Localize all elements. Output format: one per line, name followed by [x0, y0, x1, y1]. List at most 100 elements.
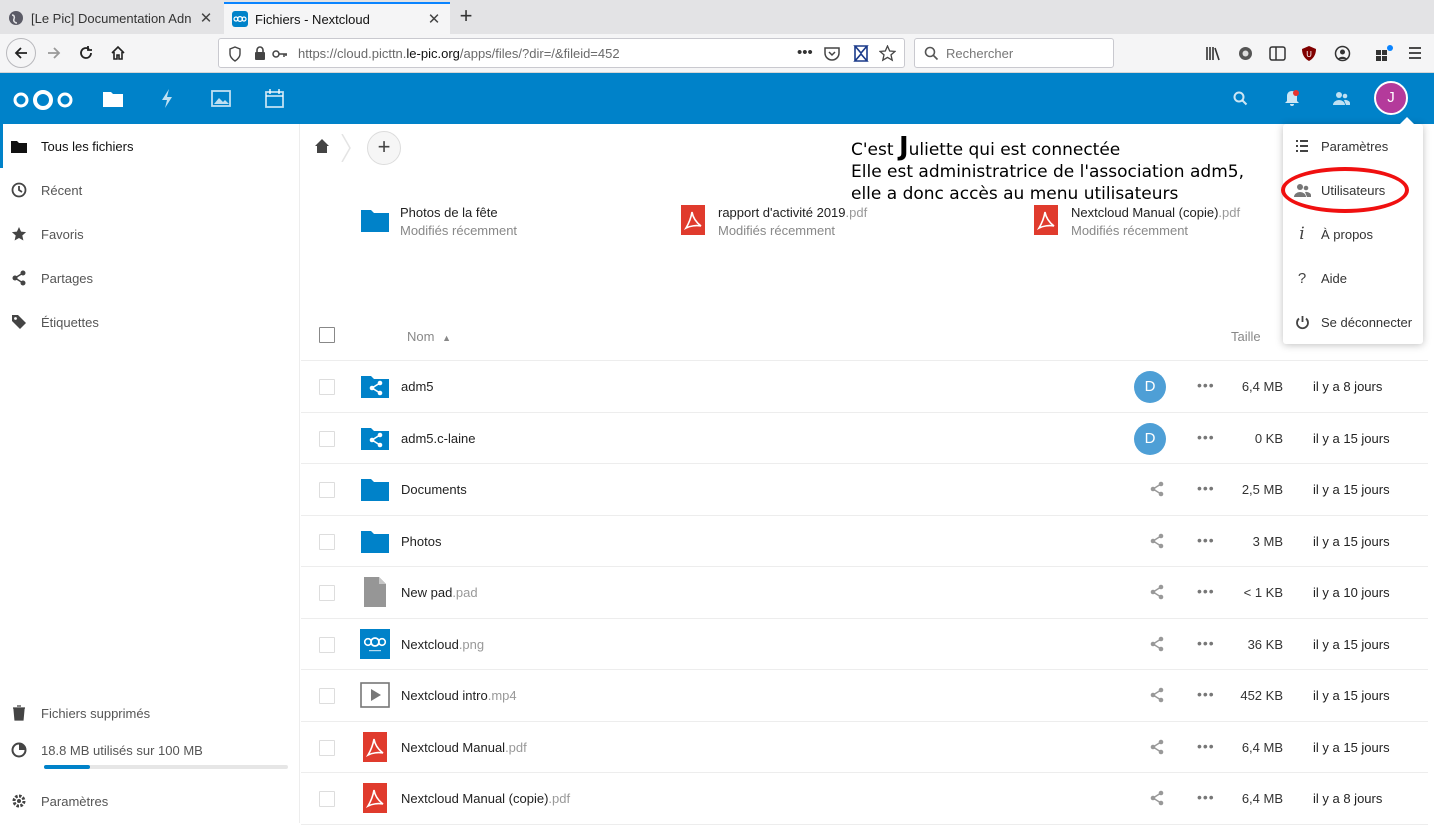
back-button[interactable]	[6, 38, 36, 68]
row-checkbox[interactable]	[319, 739, 335, 756]
browser-tab-fichiers[interactable]: Fichiers - Nextcloud ✕	[224, 2, 450, 34]
recent-file-item[interactable]: rapport d'activité 2019.pdf Modifiés réce…	[678, 205, 867, 245]
home-button[interactable]	[104, 39, 132, 67]
share-icon[interactable]	[1149, 790, 1165, 806]
file-name[interactable]: adm5	[401, 379, 434, 394]
share-icon[interactable]	[1149, 481, 1165, 497]
files-icon[interactable]	[103, 90, 123, 107]
share-icon[interactable]	[1149, 687, 1165, 703]
close-icon[interactable]: ✕	[198, 9, 214, 27]
more-actions-icon[interactable]: •••	[1197, 377, 1215, 393]
hamburger-menu-icon[interactable]	[1408, 46, 1422, 60]
gear-extension-icon[interactable]	[1237, 45, 1254, 62]
library-icon[interactable]	[1206, 46, 1222, 61]
menu-item-help[interactable]: ? Aide	[1283, 256, 1423, 300]
home-icon[interactable]	[314, 138, 330, 154]
row-checkbox[interactable]	[319, 430, 335, 447]
more-actions-icon[interactable]: •••	[1197, 738, 1215, 754]
share-icon[interactable]	[1149, 533, 1165, 549]
table-row[interactable]: Documents ••• 2,5 MB il y a 15 jours	[301, 464, 1428, 516]
shared-with-avatar[interactable]: D	[1134, 371, 1166, 403]
power-icon	[1283, 315, 1321, 330]
row-checkbox[interactable]	[319, 636, 335, 653]
more-actions-icon[interactable]: •••	[1197, 429, 1215, 445]
select-all-checkbox[interactable]	[319, 327, 335, 343]
pocket-icon[interactable]	[824, 46, 840, 61]
forward-button[interactable]	[40, 39, 68, 67]
table-row[interactable]: Nextcloud Manual (copie).pdf ••• 6,4 MB il …	[301, 773, 1428, 825]
sidebar-icon[interactable]	[1269, 46, 1286, 61]
calendar-icon[interactable]	[265, 89, 284, 108]
file-name[interactable]: Nextcloud.png	[401, 637, 484, 652]
file-name[interactable]: Photos	[401, 534, 441, 549]
menu-item-settings[interactable]: Paramètres	[1283, 124, 1423, 168]
sidebar-item-shares[interactable]: Partages	[0, 256, 299, 300]
menu-item-about[interactable]: i À propos	[1283, 212, 1423, 256]
table-row[interactable]: adm5 D ••• 6,4 MB il y a 8 jours	[301, 361, 1428, 413]
ublock-icon[interactable]: U	[1301, 45, 1317, 62]
menu-item-label: À propos	[1321, 226, 1374, 242]
notifications-icon[interactable]	[1284, 90, 1300, 107]
shared-with-avatar[interactable]: D	[1134, 422, 1166, 455]
page-actions-icon[interactable]: •••	[797, 44, 813, 61]
avatar[interactable]: J	[1374, 81, 1408, 115]
recent-file-item[interactable]: Photos de la fête Modifiés récemment	[360, 205, 517, 245]
row-checkbox[interactable]	[319, 585, 335, 601]
search-icon[interactable]	[1233, 91, 1248, 106]
sidebar-item-all-files[interactable]: Tous les fichiers	[0, 124, 299, 168]
row-checkbox[interactable]	[319, 379, 335, 395]
sort-by-name[interactable]: Nom ▲	[407, 329, 451, 344]
row-checkbox[interactable]	[319, 482, 335, 498]
table-row[interactable]: New pad.pad ••• < 1 KB il y a 10 jours	[301, 567, 1428, 619]
share-icon[interactable]	[1149, 636, 1165, 652]
activity-icon[interactable]	[160, 89, 174, 108]
table-row[interactable]: Photos ••• 3 MB il y a 15 jours	[301, 516, 1428, 567]
row-checkbox[interactable]	[319, 688, 335, 704]
file-name[interactable]: Nextcloud Manual.pdf	[401, 740, 527, 755]
browser-search-bar[interactable]: Rechercher	[914, 38, 1114, 68]
row-checkbox[interactable]	[319, 791, 335, 807]
key-icon	[272, 50, 287, 58]
table-row[interactable]: Nextcloud Manual.pdf ••• 6,4 MB il y a 15 j…	[301, 722, 1428, 773]
sidebar-item-tags[interactable]: Étiquettes	[0, 300, 299, 344]
table-row[interactable]: Nextcloud intro.mp4 ••• 452 KB il y a 15 jo…	[301, 670, 1428, 722]
table-row[interactable]: adm5.c-laine D ••• 0 KB il y a 15 jours	[301, 413, 1428, 464]
new-file-button[interactable]: +	[367, 131, 401, 165]
share-icon[interactable]	[1149, 584, 1165, 600]
file-name[interactable]: Documents	[401, 482, 467, 497]
more-actions-icon[interactable]: •••	[1197, 583, 1215, 599]
shared-folder-icon	[361, 427, 389, 450]
more-actions-icon[interactable]: •••	[1197, 686, 1215, 702]
recent-file-item[interactable]: Nextcloud Manual (copie).pdf Modifiés réc…	[1031, 205, 1240, 245]
extensions-icon[interactable]	[1375, 44, 1394, 62]
contacts-icon[interactable]	[1332, 91, 1350, 106]
clock-icon	[0, 182, 41, 198]
file-name[interactable]: New pad.pad	[401, 585, 478, 600]
more-actions-icon[interactable]: •••	[1197, 480, 1215, 496]
file-size: < 1 KB	[1243, 585, 1283, 600]
more-actions-icon[interactable]: •••	[1197, 532, 1215, 548]
photos-icon[interactable]	[211, 90, 231, 107]
close-icon[interactable]: ✕	[426, 10, 442, 28]
sidebar-item-settings[interactable]: Paramètres	[0, 779, 299, 823]
sidebar-item-favorites[interactable]: Favoris	[0, 212, 299, 256]
extension-icon[interactable]	[853, 45, 869, 62]
file-name[interactable]: adm5.c-laine	[401, 431, 475, 446]
more-actions-icon[interactable]: •••	[1197, 635, 1215, 651]
more-actions-icon[interactable]: •••	[1197, 789, 1215, 805]
sort-by-size[interactable]: Taille	[1231, 329, 1261, 344]
share-icon[interactable]	[1149, 739, 1165, 755]
browser-tab-documentation[interactable]: [Le Pic] Documentation Adn ✕	[0, 2, 222, 34]
star-bookmark-icon[interactable]	[879, 45, 896, 62]
nextcloud-logo[interactable]	[12, 88, 74, 112]
menu-item-logout[interactable]: Se déconnecter	[1283, 300, 1423, 344]
sidebar-item-recent[interactable]: Récent	[0, 168, 299, 212]
row-checkbox[interactable]	[319, 533, 335, 550]
reload-button[interactable]	[72, 39, 100, 67]
account-icon[interactable]	[1334, 45, 1351, 62]
file-name[interactable]: Nextcloud Manual (copie).pdf	[401, 791, 570, 806]
url-bar[interactable]: https://cloud.picttn.le-pic.org/apps/fil…	[218, 38, 905, 68]
new-tab-button[interactable]: +	[455, 5, 477, 29]
table-row[interactable]: Nextcloud.png ••• 36 KB il y a 15 jours	[301, 619, 1428, 670]
file-name[interactable]: Nextcloud intro.mp4	[401, 688, 517, 703]
